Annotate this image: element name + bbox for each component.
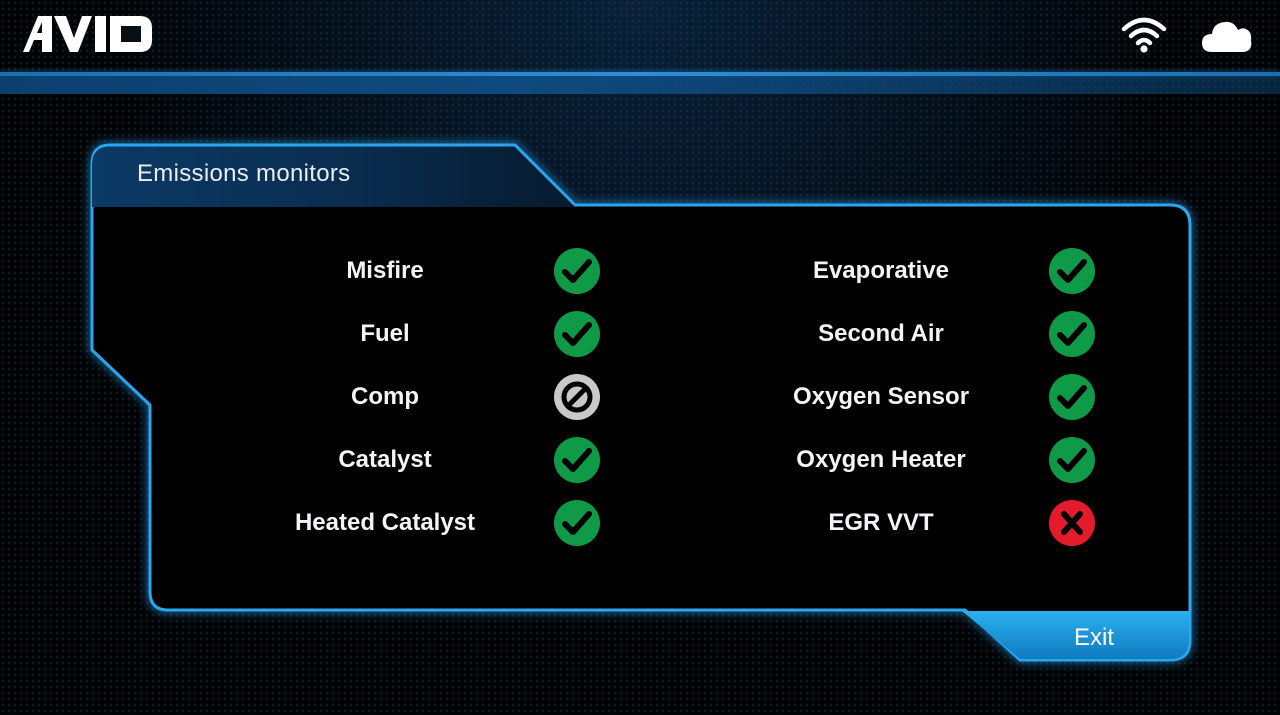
exit-button[interactable]: Exit (1062, 624, 1126, 652)
panel-title: Emissions monitors (137, 160, 351, 187)
emissions-screen: Emissions monitors Misfire Fuel Comp Cat… (0, 0, 1280, 715)
monitor-label: Comp (351, 383, 419, 410)
status-not-supported-icon (554, 374, 600, 420)
status-ok-icon (554, 311, 600, 357)
monitor-label: Evaporative (812, 257, 950, 284)
status-ok-icon (1049, 248, 1095, 294)
status-ok-icon (554, 248, 600, 294)
status-ok-icon (1049, 374, 1095, 420)
status-ok-icon (554, 437, 600, 483)
monitor-label: Catalyst (338, 446, 432, 473)
monitor-label: Misfire (346, 257, 424, 284)
status-ok-icon (554, 500, 600, 546)
monitor-grid: Misfire Fuel Comp Catalyst Heated Cataly… (180, 240, 1160, 560)
monitor-label: Second Air (818, 320, 944, 347)
monitor-label: Oxygen Heater (796, 446, 966, 473)
status-ok-icon (1049, 311, 1095, 357)
monitor-label: Heated Catalyst (294, 509, 476, 536)
monitor-label: Oxygen Sensor (792, 383, 970, 410)
status-fail-icon (1049, 500, 1095, 546)
monitor-label: EGR VVT (828, 509, 934, 536)
monitor-label: Fuel (360, 320, 410, 347)
status-ok-icon (1049, 437, 1095, 483)
